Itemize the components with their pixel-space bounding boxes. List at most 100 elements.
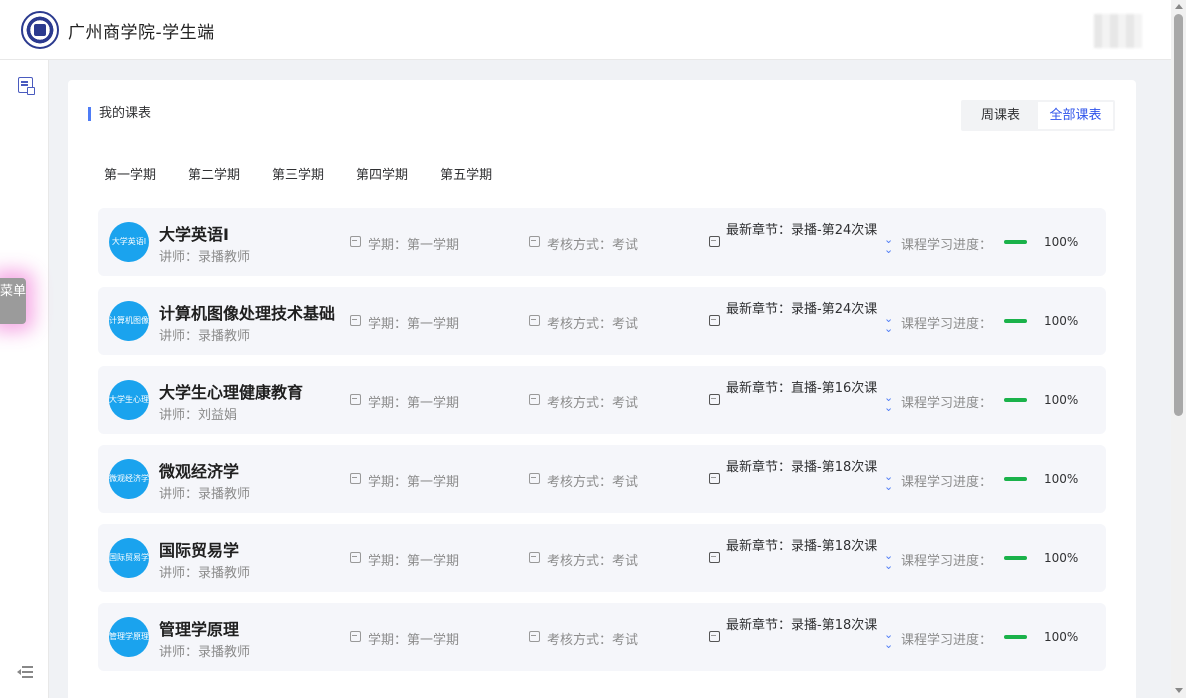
view-toggle: 周课表 全部课表 [961, 100, 1115, 131]
semester-tab-1[interactable]: 第一学期 [104, 164, 156, 183]
calendar-icon [529, 315, 540, 326]
weekly-schedule-tab[interactable]: 周课表 [963, 102, 1038, 129]
progress-bar [1004, 319, 1027, 323]
course-name[interactable]: 大学英语I [159, 221, 229, 245]
all-schedule-tab[interactable]: 全部课表 [1038, 102, 1113, 129]
course-name[interactable]: 微观经济学 [159, 458, 239, 482]
progress-label: 课程学习进度： [901, 317, 993, 332]
course-term: 学期：第一学期 [368, 317, 460, 332]
top-header: 广州商学院-学生端 [0, 0, 1186, 60]
calendar-icon [350, 631, 361, 642]
calendar-icon [350, 236, 361, 247]
calendar-icon [529, 394, 540, 405]
course-name[interactable]: 大学生心理健康教育 [159, 379, 303, 403]
calendar-icon [350, 394, 361, 405]
progress-percent: 100% [1044, 235, 1079, 249]
course-card[interactable]: 国际贸易学 国际贸易学 讲师：录播教师 学期：第一学期 考核方式：考试 最新章节… [98, 524, 1106, 592]
course-exam-method: 考核方式：考试 [547, 317, 639, 332]
semester-tab-4[interactable]: 第四学期 [356, 164, 408, 183]
progress-label: 课程学习进度： [901, 633, 993, 648]
course-card[interactable]: 大学生心理健康教育 大学生心理健康教育 讲师：刘益娟 学期：第一学期 考核方式：… [98, 366, 1106, 434]
course-card[interactable]: 微观经济学 微观经济学 讲师：录播教师 学期：第一学期 考核方式：考试 最新章节… [98, 445, 1106, 513]
course-latest-chapter[interactable]: 最新章节：录播-第18次课 [726, 616, 878, 636]
course-exam-method: 考核方式：考试 [547, 633, 639, 648]
course-term: 学期：第一学期 [368, 396, 460, 411]
double-chevron-down-icon: ⌄ ⌄ [884, 391, 894, 414]
semester-tab-5[interactable]: 第五学期 [440, 164, 492, 183]
progress-label: 课程学习进度： [901, 396, 993, 411]
calendar-icon [529, 552, 540, 563]
course-logo: 大学生心理健康教育 [109, 380, 149, 420]
calendar-icon [529, 236, 540, 247]
course-name[interactable]: 计算机图像处理技术基础 [159, 300, 335, 324]
document-icon [709, 631, 720, 642]
course-logo: 国际贸易学 [109, 538, 149, 578]
semester-tab-3[interactable]: 第三学期 [272, 164, 324, 183]
document-icon [709, 473, 720, 484]
scroll-down-icon[interactable] [1175, 688, 1183, 693]
schedule-icon[interactable] [18, 77, 35, 95]
collapse-menu-icon[interactable] [17, 666, 33, 678]
calendar-icon [350, 315, 361, 326]
document-icon [709, 394, 720, 405]
document-icon [709, 315, 720, 326]
schedule-panel: 我的课表 周课表 全部课表 第一学期 第二学期 第三学期 第四学期 第五学期 大… [68, 80, 1136, 698]
semester-tabs: 第一学期 第二学期 第三学期 第四学期 第五学期 [104, 164, 492, 183]
course-teacher: 讲师：录播教师 [159, 329, 251, 344]
course-term: 学期：第一学期 [368, 554, 460, 569]
course-latest-chapter[interactable]: 最新章节：录播-第18次课 [726, 458, 878, 478]
progress-fill [1004, 556, 1027, 560]
calendar-icon [350, 473, 361, 484]
school-logo-icon [21, 11, 59, 49]
course-logo: 微观经济学 [109, 459, 149, 499]
course-teacher: 讲师：刘益娟 [159, 408, 238, 423]
course-latest-chapter[interactable]: 最新章节：录播-第24次课 [726, 221, 878, 241]
semester-tab-2[interactable]: 第二学期 [188, 164, 240, 183]
progress-fill [1004, 635, 1027, 639]
scrollbar-thumb[interactable] [1174, 14, 1183, 416]
progress-fill [1004, 477, 1027, 481]
progress-bar [1004, 477, 1027, 481]
course-teacher: 讲师：录播教师 [159, 566, 251, 581]
double-chevron-down-icon: ⌄ ⌄ [884, 312, 894, 335]
course-teacher: 讲师：录播教师 [159, 250, 251, 265]
progress-fill [1004, 319, 1027, 323]
section-title: 我的课表 [88, 107, 151, 121]
course-name[interactable]: 管理学原理 [159, 616, 239, 640]
progress-label: 课程学习进度： [901, 475, 993, 490]
progress-bar [1004, 398, 1027, 402]
progress-fill [1004, 398, 1027, 402]
course-term: 学期：第一学期 [368, 238, 460, 253]
course-logo: 管理学原理 [109, 617, 149, 657]
course-teacher: 讲师：录播教师 [159, 645, 251, 660]
progress-percent: 100% [1044, 551, 1079, 565]
document-icon [709, 236, 720, 247]
course-card[interactable]: 大学英语I 大学英语I 讲师：录播教师 学期：第一学期 考核方式：考试 最新章节… [98, 208, 1106, 276]
course-name[interactable]: 国际贸易学 [159, 537, 239, 561]
progress-bar [1004, 240, 1027, 244]
page-scrollbar[interactable] [1171, 0, 1186, 698]
progress-bar [1004, 635, 1027, 639]
progress-percent: 100% [1044, 630, 1079, 644]
course-term: 学期：第一学期 [368, 633, 460, 648]
user-avatar[interactable] [1094, 14, 1142, 48]
progress-label: 课程学习进度： [901, 238, 993, 253]
progress-percent: 100% [1044, 314, 1079, 328]
course-card[interactable]: 管理学原理 管理学原理 讲师：录播教师 学期：第一学期 考核方式：考试 最新章节… [98, 603, 1106, 671]
scroll-up-icon[interactable] [1175, 4, 1183, 9]
course-latest-chapter[interactable]: 最新章节：录播-第18次课 [726, 537, 878, 557]
calendar-icon [350, 552, 361, 563]
course-exam-method: 考核方式：考试 [547, 554, 639, 569]
course-term: 学期：第一学期 [368, 475, 460, 490]
course-logo: 大学英语I [109, 222, 149, 262]
course-card[interactable]: 计算机图像处理技术基础 计算机图像处理技术基础 讲师：录播教师 学期：第一学期 … [98, 287, 1106, 355]
menu-tab[interactable]: 菜单 [0, 278, 26, 324]
progress-bar [1004, 556, 1027, 560]
double-chevron-down-icon: ⌄ ⌄ [884, 233, 894, 256]
course-latest-chapter[interactable]: 最新章节：直播-第16次课 [726, 379, 878, 399]
app-title: 广州商学院-学生端 [68, 23, 215, 43]
course-latest-chapter[interactable]: 最新章节：录播-第24次课 [726, 300, 878, 320]
document-icon [709, 552, 720, 563]
progress-percent: 100% [1044, 393, 1079, 407]
calendar-icon [529, 473, 540, 484]
